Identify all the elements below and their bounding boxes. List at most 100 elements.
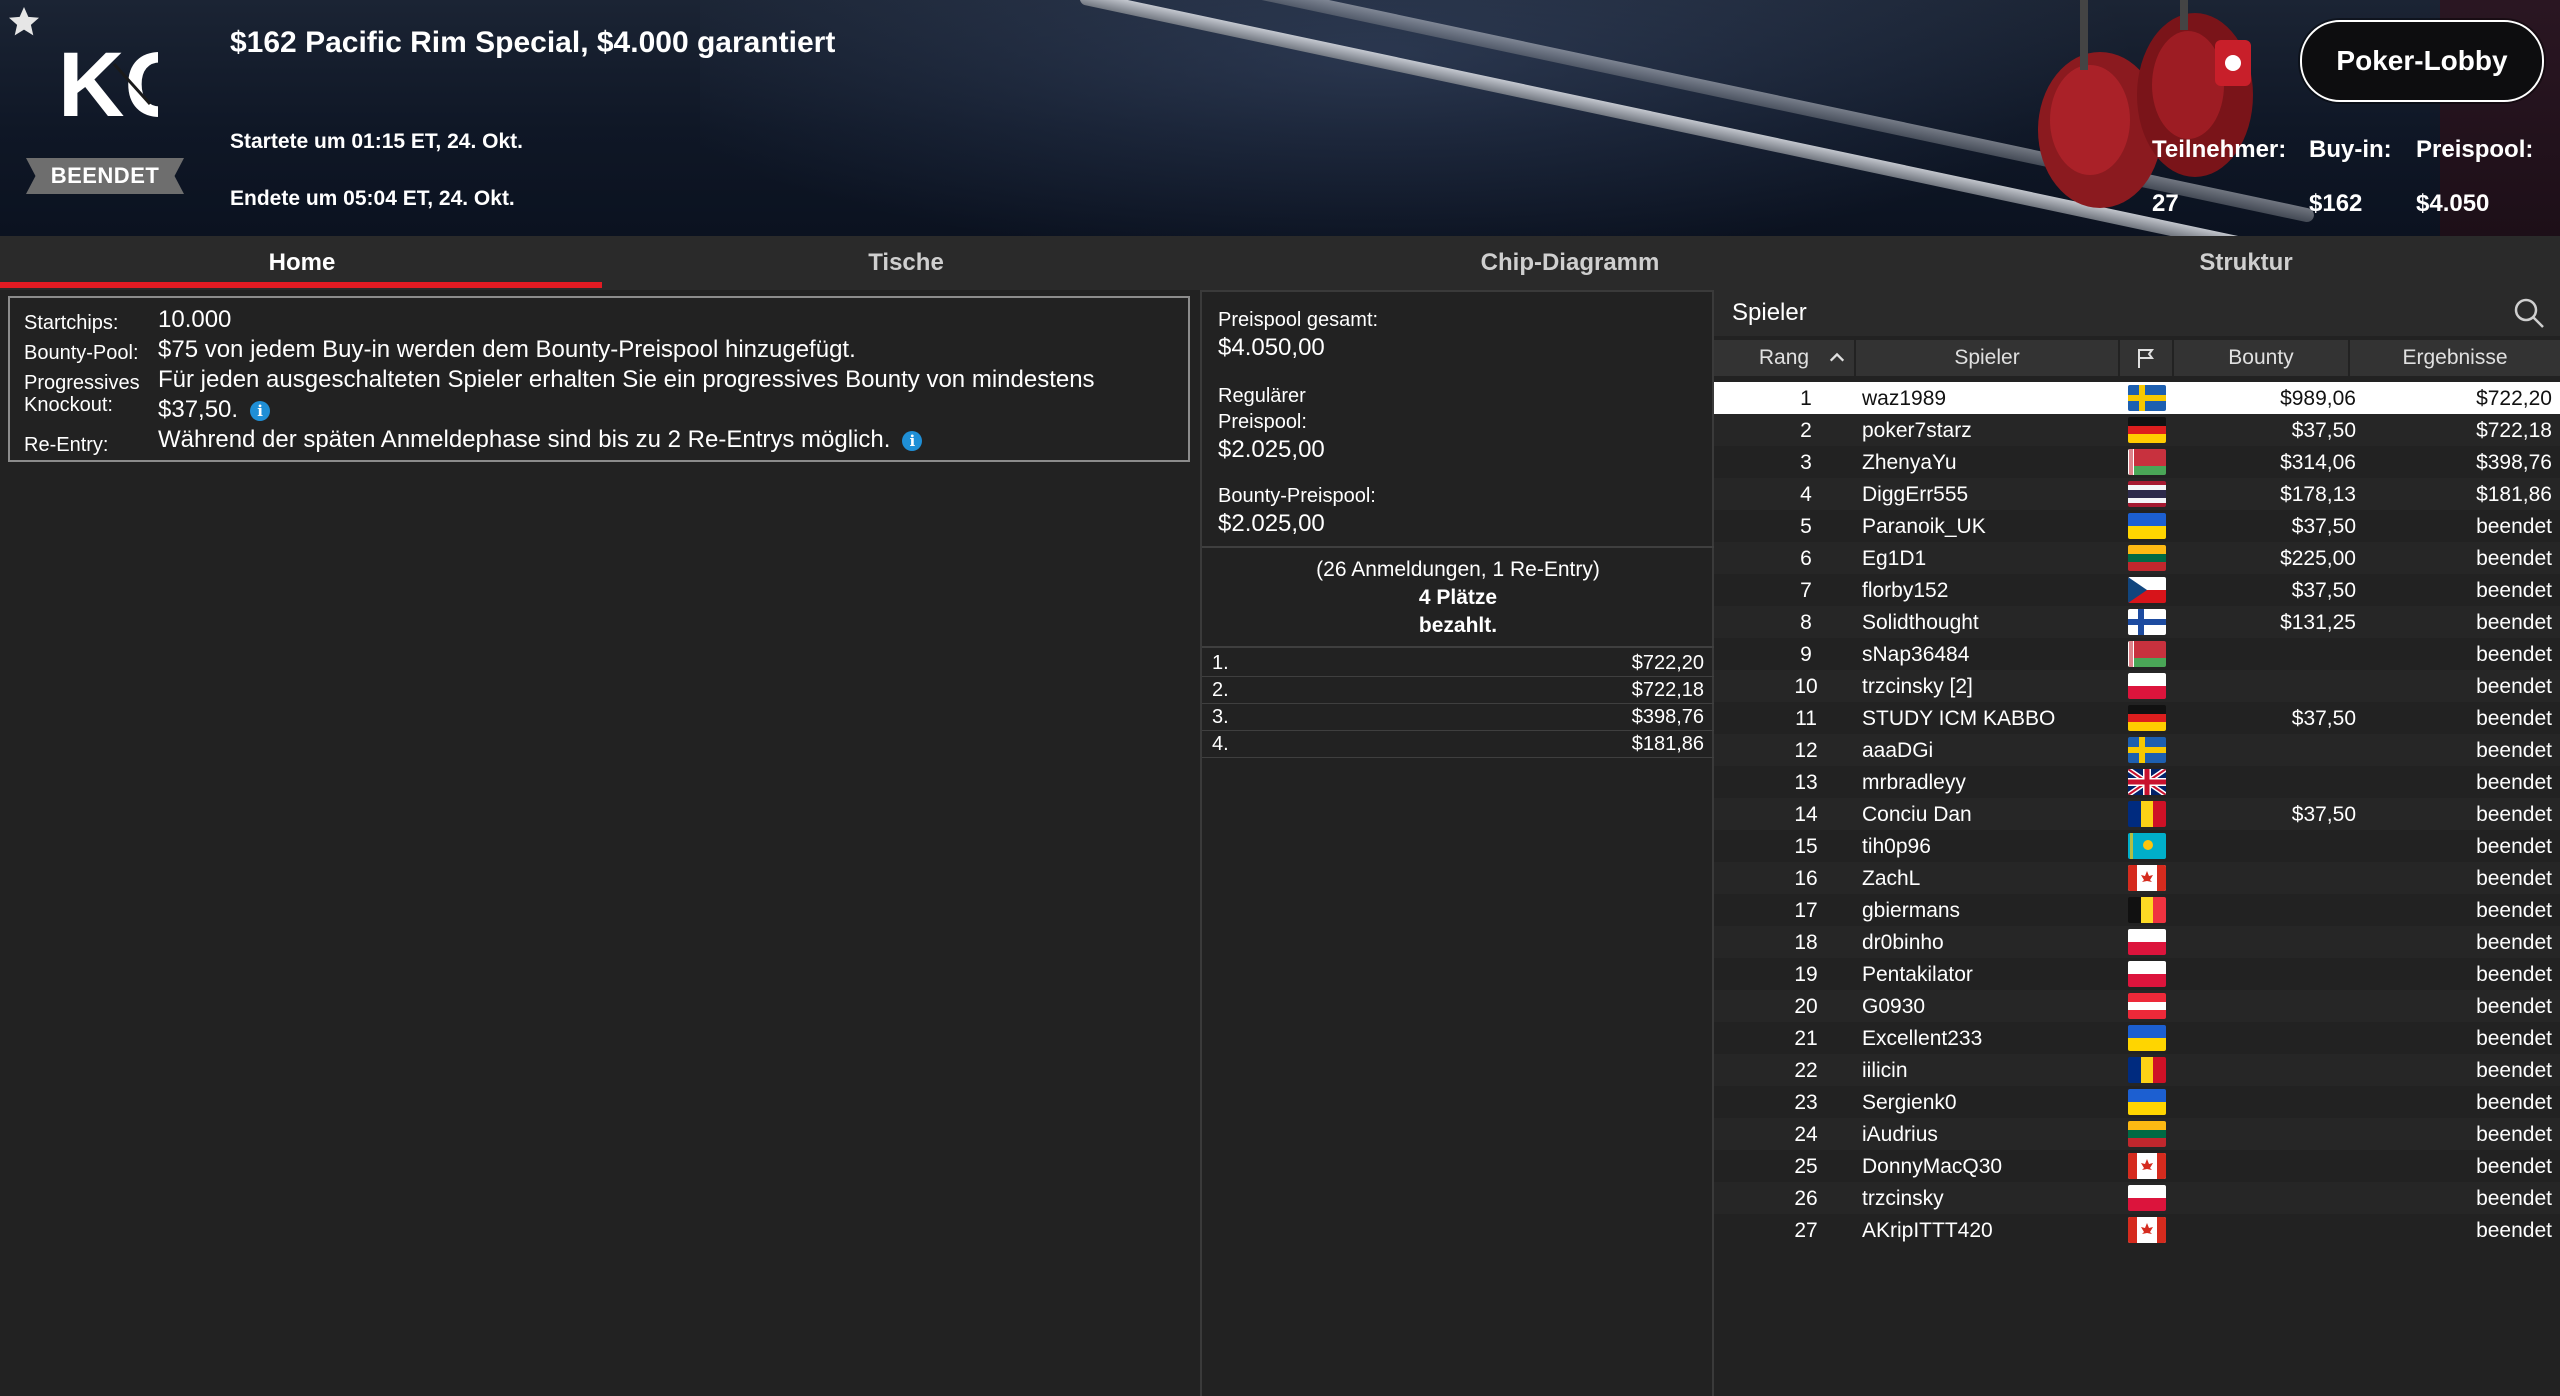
country-flag-icon [2128,801,2166,827]
player-name: DiggErr555 [1862,483,1969,506]
country-flag-icon [2128,1057,2166,1083]
player-result: beendet [2476,515,2552,538]
search-icon[interactable] [2512,296,2546,330]
player-rank: 12 [1794,739,1818,762]
poker-lobby-button[interactable]: Poker-Lobby [2300,20,2544,102]
table-row[interactable]: 7 florby152 $37,50 beendet [1714,574,2560,606]
table-row[interactable]: 5 Paranoik_UK $37,50 beendet [1714,510,2560,542]
player-name: DonnyMacQ30 [1862,1155,2003,1178]
player-result: $722,20 [2476,387,2552,410]
table-row[interactable]: 26 trzcinsky beendet [1714,1182,2560,1214]
svg-text:KO: KO [58,34,158,130]
star-icon[interactable] [6,4,42,40]
table-row[interactable]: 16 ZachL beendet [1714,862,2560,894]
tab-chip-chart[interactable]: Chip-Diagramm [1208,236,1932,290]
player-result: beendet [2476,867,2552,890]
table-row[interactable]: 8 Solidthought $131,25 beendet [1714,606,2560,638]
player-result: beendet [2476,579,2552,602]
payout-place: 2. [1212,679,1229,701]
country-flag-icon [2128,1185,2166,1211]
table-row[interactable]: 24 iAudrius beendet [1714,1118,2560,1150]
player-name: Excellent233 [1862,1027,1983,1050]
payout-place: 3. [1212,706,1229,728]
player-result: beendet [2476,1091,2552,1114]
player-name: iilicin [1862,1059,1908,1082]
payout-place: 1. [1212,652,1229,674]
table-row[interactable]: 15 tih0p96 beendet [1714,830,2560,862]
payout-row: 2. $722,18 [1202,677,1714,704]
player-rank: 15 [1794,835,1818,858]
player-result: beendet [2476,739,2552,762]
player-result: beendet [2476,803,2552,826]
table-row[interactable]: 12 aaaDGi beendet [1714,734,2560,766]
country-flag-icon [2128,705,2166,731]
payout-amount: $722,20 [1631,652,1704,674]
player-bounty: $989,06 [2280,387,2356,410]
info-icon[interactable]: i [250,400,271,421]
table-row[interactable]: 11 STUDY ICM KABBO $37,50 beendet [1714,702,2560,734]
column-bounty[interactable]: Bounty [2174,340,2350,376]
country-flag-icon [2128,385,2166,411]
payout-row: 4. $181,86 [1202,731,1714,758]
table-row[interactable]: 2 poker7starz $37,50 $722,18 [1714,414,2560,446]
player-result: beendet [2476,611,2552,634]
table-row[interactable]: 4 DiggErr555 $178,13 $181,86 [1714,478,2560,510]
table-row[interactable]: 6 Eg1D1 $225,00 beendet [1714,542,2560,574]
table-row[interactable]: 27 AKripITTT420 beendet [1714,1214,2560,1246]
player-result: beendet [2476,547,2552,570]
table-row[interactable]: 10 trzcinsky [2] beendet [1714,670,2560,702]
player-rank: 5 [1800,515,1812,538]
table-row[interactable]: 1 waz1989 $989,06 $722,20 [1714,382,2560,414]
status-badge: BEENDET [26,158,184,194]
table-row[interactable]: 19 Pentakilator beendet [1714,958,2560,990]
country-flag-icon [2128,1121,2166,1147]
player-name: waz1989 [1862,387,1947,410]
player-rank: 20 [1794,995,1818,1018]
tab-structure[interactable]: Struktur [1932,236,2560,290]
player-rank: 3 [1800,451,1812,474]
flag-icon [2138,349,2154,368]
prizepool-total-label: Preispool gesamt: [1218,309,1379,331]
country-flag-icon [2128,609,2166,635]
column-results[interactable]: Ergebnisse [2350,340,2560,376]
table-row[interactable]: 13 mrbradleyy beendet [1714,766,2560,798]
column-player[interactable]: Spieler [1856,340,2120,376]
player-name: gbiermans [1862,899,1961,922]
table-row[interactable]: 21 Excellent233 beendet [1714,1022,2560,1054]
country-flag-icon [2128,417,2166,443]
table-row[interactable]: 22 iilicin beendet [1714,1054,2560,1086]
table-row[interactable]: 23 Sergienk0 beendet [1714,1086,2560,1118]
player-name: sNap36484 [1862,643,1970,666]
table-row[interactable]: 25 DonnyMacQ30 beendet [1714,1150,2560,1182]
table-row[interactable]: 3 ZhenyaYu $314,06 $398,76 [1714,446,2560,478]
player-rank: 23 [1794,1091,1818,1114]
info-icon[interactable]: i [902,430,923,451]
player-rank: 22 [1794,1059,1818,1082]
country-flag-icon [2128,513,2166,539]
startchips-label: Startchips: [24,312,119,334]
column-country[interactable] [2120,340,2174,376]
player-result: beendet [2476,1059,2552,1082]
tab-tables[interactable]: Tische [604,236,1208,290]
startchips-value: 10.000 [158,306,232,333]
payout-amount: $722,18 [1631,679,1704,701]
country-flag-icon [2128,577,2166,603]
country-flag-icon [2128,737,2166,763]
table-row[interactable]: 14 Conciu Dan $37,50 beendet [1714,798,2560,830]
table-row[interactable]: 17 gbiermans beendet [1714,894,2560,926]
country-flag-icon [2128,449,2166,475]
player-name: mrbradleyy [1862,771,1966,794]
progressive-value-amount: $37,50. i [158,396,271,424]
divider [1202,646,1714,648]
country-flag-icon [2128,1153,2166,1179]
players-table-body: 1 waz1989 $989,06 $722,20 2 poker7starz $37,50… [1714,382,2560,1246]
divider [1202,546,1714,548]
sort-up-icon[interactable] [1828,349,1846,367]
player-result: beendet [2476,899,2552,922]
table-row[interactable]: 20 G0930 beendet [1714,990,2560,1022]
prizepool-label: Preispool: [2416,136,2534,163]
regular-pool-value: $2.025,00 [1218,436,1325,463]
table-row[interactable]: 18 dr0binho beendet [1714,926,2560,958]
table-row[interactable]: 9 sNap36484 beendet [1714,638,2560,670]
player-search-bar[interactable]: Spieler [1714,290,2560,336]
